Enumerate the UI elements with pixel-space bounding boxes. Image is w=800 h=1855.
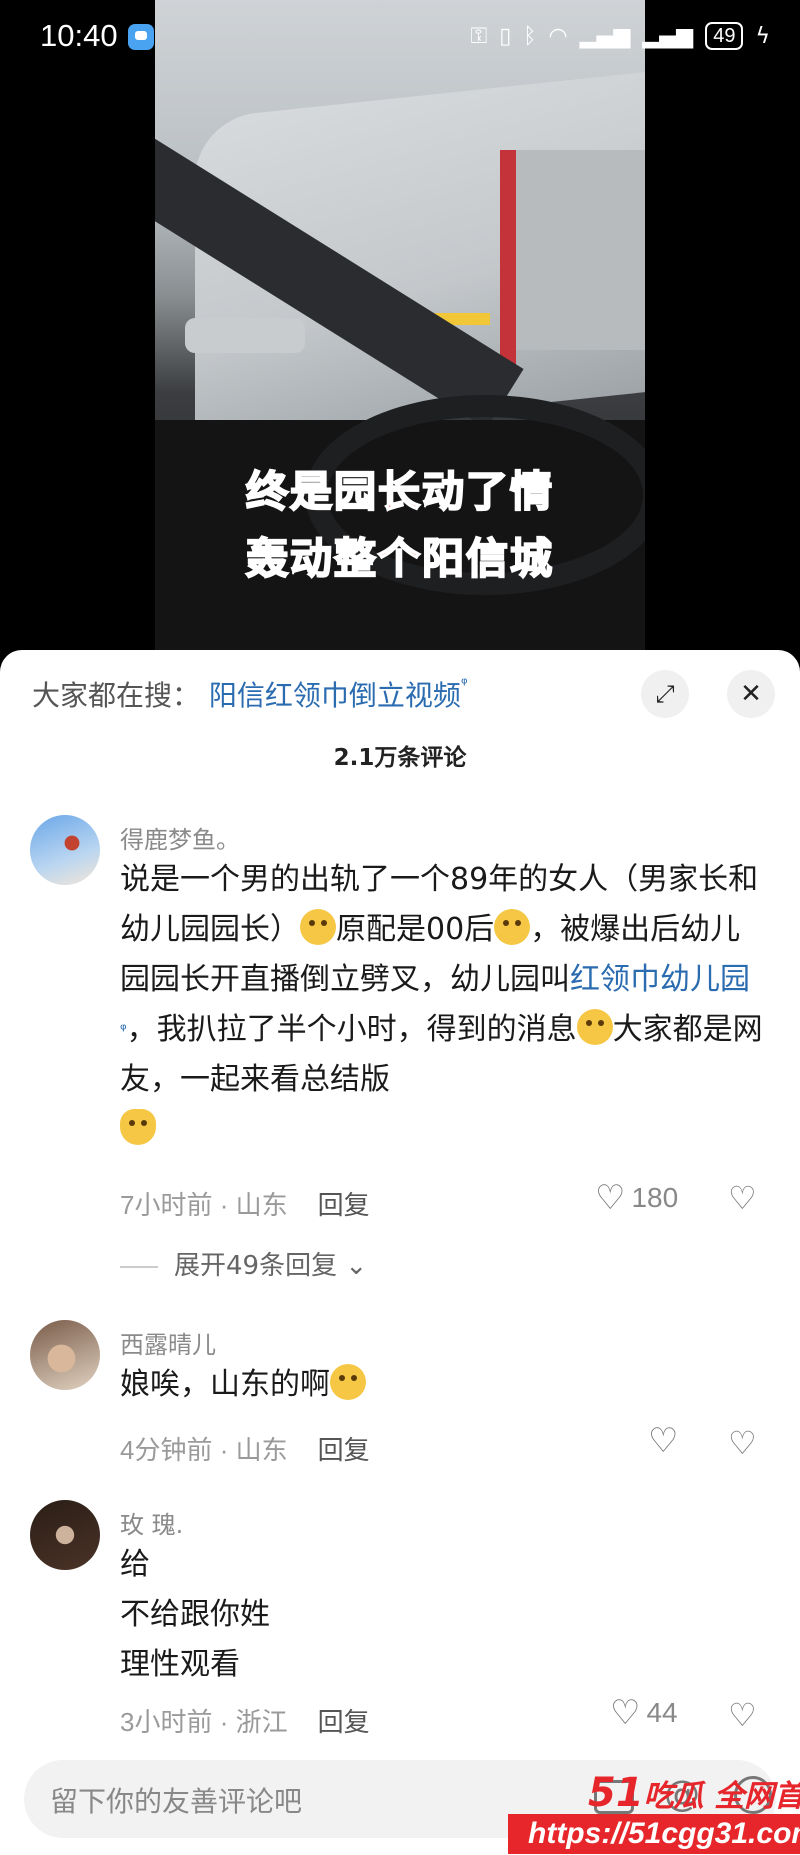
video-frame: 终是园长动了情 轰动整个阳信城: [155, 0, 645, 655]
comment-meta: 7小时前 · 山东 回复: [120, 1190, 370, 1220]
charging-icon: ϟ: [755, 23, 770, 49]
comment-input[interactable]: 留下你的友善评论吧: [50, 1780, 302, 1820]
dislike-button[interactable]: ♡: [728, 1696, 757, 1734]
like-button[interactable]: ♡ 44: [610, 1696, 678, 1730]
heart-icon: ♡: [610, 1694, 641, 1732]
broken-heart-icon: ♡: [728, 1696, 757, 1734]
watermark-url: https://51cgg31.com: [508, 1814, 800, 1854]
broken-heart-icon: ♡: [728, 1179, 757, 1217]
search-suggestion: 大家都在搜： 阳信红领巾倒立视频ᵠ: [32, 674, 468, 714]
reply-button[interactable]: 回复: [318, 1190, 370, 1220]
car-shape: [185, 318, 305, 353]
comment-text: 给 不给跟你姓 理性观看: [120, 1547, 270, 1682]
expand-sheet-button[interactable]: ⤢: [641, 670, 689, 718]
grin-emoji-icon: [300, 909, 336, 945]
flex-arm-emoji-icon: [120, 1109, 156, 1145]
comment-author[interactable]: 西露晴儿: [120, 1325, 216, 1360]
like-count: 180: [631, 1182, 679, 1213]
watermark: 51吃瓜 全网首发 https://51cgg31.com: [508, 1770, 800, 1855]
avatar[interactable]: [30, 1320, 100, 1390]
bluetooth-icon: ᛒ: [523, 23, 537, 49]
comment-text: 娘唉，山东的啊: [120, 1360, 770, 1410]
heart-icon: ♡: [648, 1422, 679, 1460]
search-icon: ᵠ: [460, 674, 468, 693]
watermark-brand: 51吃瓜 全网首发: [588, 1770, 800, 1816]
key-icon: ⚿: [470, 23, 488, 49]
vibrate-icon: ▯: [499, 23, 512, 49]
expand-replies-button[interactable]: 展开49条回复 ⌄: [120, 1245, 367, 1282]
status-time: 10:40: [40, 18, 118, 53]
comment-sheet: 大家都在搜： 阳信红领巾倒立视频ᵠ ⤢ ✕ 2.1万条评论 得鹿梦鱼。 说是一个…: [0, 650, 800, 1855]
roadside-pole: [500, 150, 516, 380]
avatar[interactable]: [30, 1500, 100, 1570]
like-button[interactable]: ♡: [648, 1424, 678, 1458]
comment-author[interactable]: 玫 瑰.: [120, 1505, 183, 1540]
broken-heart-icon: ♡: [728, 1424, 757, 1462]
notification-app-icon: [128, 24, 154, 50]
comment-meta: 4分钟前 · 山东 回复: [120, 1435, 370, 1465]
expand-icon: ⤢: [655, 680, 675, 708]
avatar[interactable]: [30, 815, 100, 885]
like-count: 44: [646, 1697, 678, 1728]
video-caption-line2: 轰动整个阳信城: [245, 533, 554, 584]
search-prefix: 大家都在搜：: [32, 679, 201, 712]
status-bar: 10:40 ⚿ ▯ ᛒ ◠ ▂▄▆ ▂▄▆ 49 ϟ: [0, 0, 800, 78]
video-caption-line1: 终是园长动了情: [245, 466, 554, 517]
roadside-sign: [515, 150, 645, 350]
crying-laugh-emoji-icon: [576, 1009, 613, 1045]
search-icon: ᵠ: [120, 1020, 127, 1039]
close-button[interactable]: ✕: [727, 670, 775, 718]
battery-indicator: 49: [705, 22, 744, 50]
search-suggestion-link[interactable]: 阳信红领巾倒立视频ᵠ: [209, 674, 468, 712]
comment-count: 2.1万条评论: [333, 745, 467, 771]
comment-author[interactable]: 得鹿梦鱼。: [120, 820, 240, 855]
status-icons: ⚿ ▯ ᛒ ◠ ▂▄▆ ▂▄▆ 49 ϟ: [470, 22, 770, 50]
comment-text: 说是一个男的出轨了一个89年的女人（男家长和幼儿园园长） 原配是00后 ，被爆出后幼…: [120, 855, 770, 1155]
dislike-button[interactable]: ♡: [728, 1179, 757, 1217]
wifi-icon: ◠: [548, 23, 568, 49]
dislike-button[interactable]: ♡: [728, 1424, 757, 1462]
close-icon: ✕: [740, 679, 762, 709]
reply-button[interactable]: 回复: [318, 1707, 370, 1737]
signal-icon: ▂▄▆: [642, 23, 694, 49]
reply-button[interactable]: 回复: [318, 1435, 370, 1465]
heart-icon: ♡: [595, 1179, 626, 1217]
comment-meta: 3小时前 · 浙江 回复: [120, 1707, 370, 1737]
video-player[interactable]: 终是园长动了情 轰动整个阳信城: [0, 0, 800, 655]
signal-icon: ▂▄▆: [579, 23, 631, 49]
like-button[interactable]: ♡ 180: [595, 1181, 678, 1215]
eye-roll-emoji-icon: [494, 909, 531, 945]
crying-laugh-emoji-icon: [330, 1364, 366, 1400]
chevron-down-icon: ⌄: [345, 1251, 368, 1281]
